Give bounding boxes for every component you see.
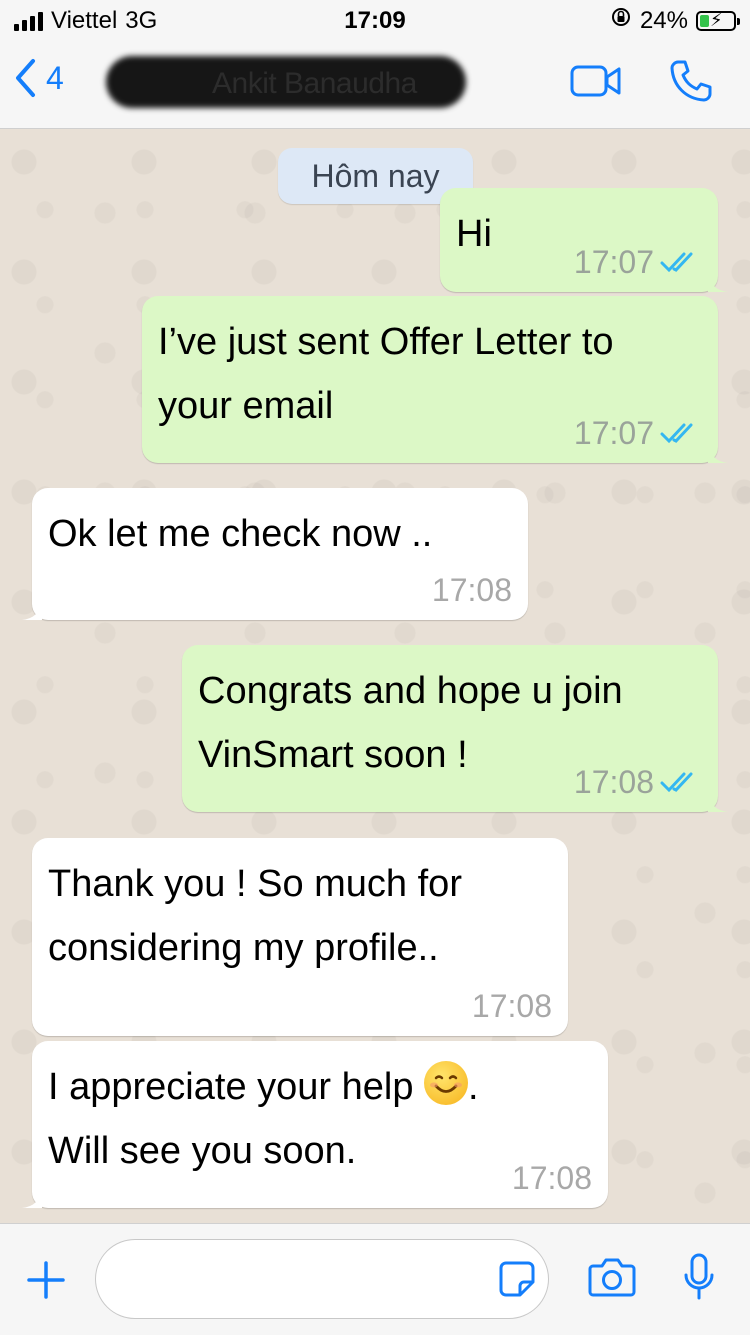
outgoing-message[interactable]: I’ve just sent Offer Letter to your emai… (142, 296, 728, 463)
message-text-part: I appreciate your help (48, 1066, 425, 1108)
double-check-read-icon (660, 252, 693, 273)
incoming-message[interactable]: Thank you ! So much for considering my p… (32, 838, 568, 1036)
incoming-message[interactable]: Ok let me check now .. 17:08 (22, 488, 528, 620)
message-meta: 17:08 (574, 762, 702, 802)
outgoing-message[interactable]: Hi 17:07 (440, 188, 728, 292)
message-time: 17:08 (471, 988, 552, 1024)
message-list[interactable]: Hôm nay Hi 17:07 I’ve just sent Offer Le… (0, 129, 750, 1223)
plus-icon (27, 1261, 65, 1299)
chevron-left-icon (16, 59, 35, 97)
sticker-icon (499, 1261, 535, 1297)
message-time: 17:08 (573, 764, 654, 800)
microphone-icon (684, 1253, 714, 1300)
back-button[interactable]: 4 (14, 58, 64, 98)
message-meta: 17:08 (512, 1158, 592, 1198)
message-text: Thank you ! So much for considering my p… (48, 863, 462, 969)
video-call-icon (570, 65, 621, 97)
contact-name: Ankit Banaudha (212, 67, 417, 100)
message-input[interactable] (120, 1258, 484, 1304)
message-time: 17:08 (511, 1160, 592, 1196)
rotation-lock-icon (610, 6, 632, 35)
camera-button[interactable] (588, 1256, 636, 1303)
message-text: I appreciate your help . Will see you soo… (48, 1055, 592, 1183)
composer-bar (0, 1223, 750, 1335)
phone-icon (670, 60, 712, 102)
smiling-face-emoji-icon (424, 1061, 469, 1105)
message-meta: 17:07 (574, 242, 702, 282)
message-time: 17:07 (573, 415, 654, 451)
message-text: Ok let me check now .. (48, 513, 433, 555)
unread-count: 4 (46, 59, 64, 96)
contact-info[interactable]: Ankit Banaudha (100, 52, 466, 116)
message-text-line2: Will see you soon. (48, 1130, 357, 1172)
outgoing-message[interactable]: Congrats and hope u join VinSmart soon !… (182, 645, 728, 812)
message-meta: 17:07 (574, 413, 702, 453)
battery-percent: 24% (639, 6, 688, 34)
attach-button[interactable] (26, 1260, 66, 1305)
status-right: 24% ⚡ (610, 6, 740, 35)
message-time: 17:08 (431, 572, 512, 608)
message-meta: 17:08 (472, 986, 552, 1026)
incoming-message[interactable]: I appreciate your help . Will see you soo… (22, 1041, 608, 1208)
voice-call-button[interactable] (668, 58, 714, 109)
chat-header: 4 Ankit Banaudha (0, 40, 750, 129)
status-bar: Viettel 3G 17:09 24% ⚡ (0, 0, 750, 40)
double-check-read-icon (660, 772, 693, 793)
battery-icon: ⚡ (696, 10, 740, 31)
message-time: 17:07 (573, 244, 654, 280)
message-input-container[interactable] (95, 1239, 549, 1319)
video-call-button[interactable] (570, 64, 622, 103)
message-meta: 17:08 (432, 570, 512, 610)
camera-icon (588, 1258, 636, 1297)
sticker-button[interactable] (498, 1260, 536, 1303)
message-text-part: . (468, 1066, 479, 1108)
voice-note-button[interactable] (682, 1252, 716, 1307)
double-check-read-icon (660, 423, 693, 444)
